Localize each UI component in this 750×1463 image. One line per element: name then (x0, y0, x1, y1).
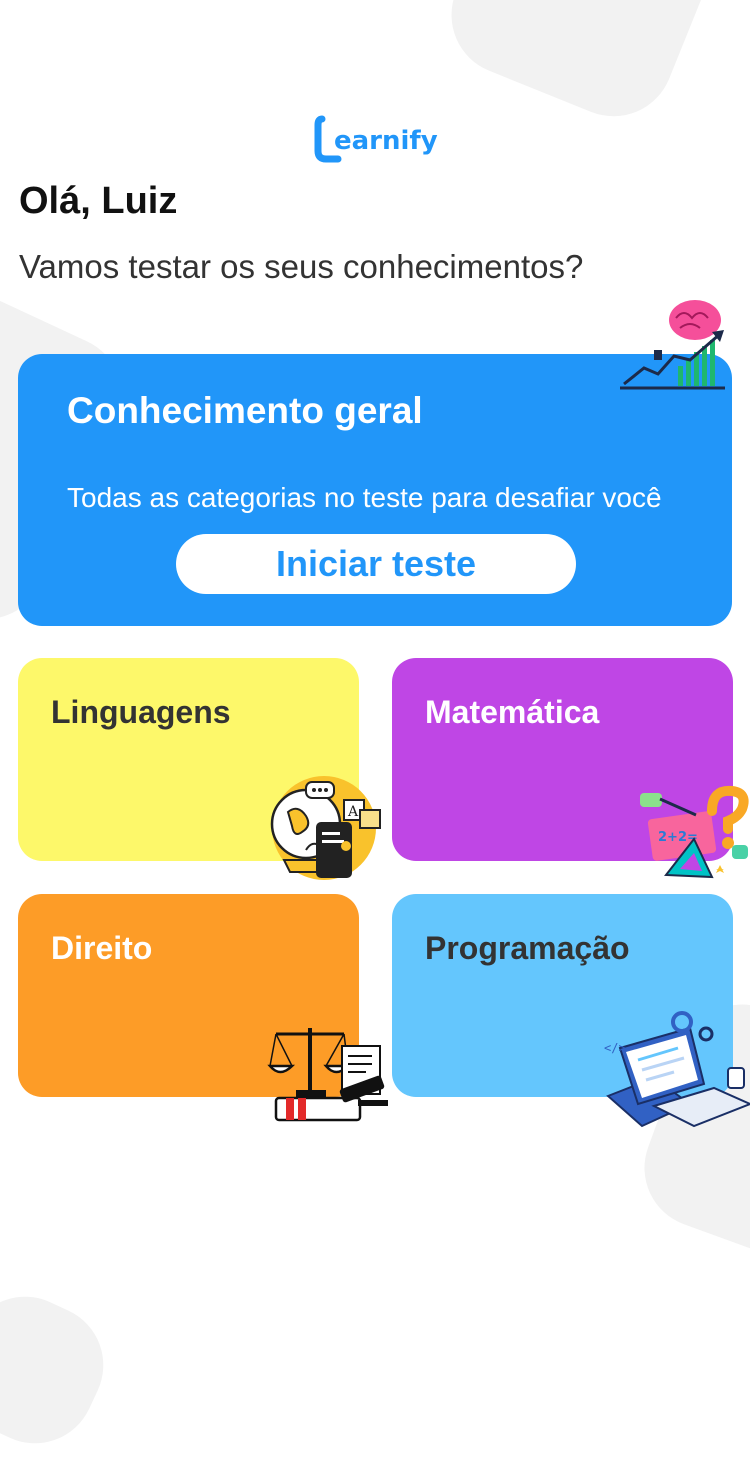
category-label: Programação (425, 930, 630, 966)
greeting-subtitle: Vamos testar os seus conhecimentos? (19, 248, 584, 285)
globe-languages-icon: A (270, 776, 381, 880)
math-question-icon: 2+2= (640, 785, 749, 879)
greeting-title: Olá, Luiz (19, 180, 178, 222)
background-shape (0, 1276, 124, 1463)
svg-text:A: A (347, 804, 359, 820)
scales-of-justice-icon (267, 1028, 388, 1122)
svg-text:earnify: earnify (334, 126, 438, 156)
category-label: Matemática (425, 694, 600, 730)
brain-growth-chart-icon (620, 300, 725, 390)
start-test-button[interactable]: Iniciar teste (176, 534, 576, 594)
laptop-code-icon: </> (604, 1011, 750, 1128)
learnify-logo: earnify (314, 115, 438, 163)
svg-text:</>: </> (604, 1041, 626, 1055)
category-label: Direito (51, 930, 153, 966)
hero-description: Todas as categorias no teste para desafi… (67, 482, 662, 513)
background-shape (433, 0, 737, 135)
hero-title: Conhecimento geral (67, 390, 423, 431)
category-label: Linguagens (51, 694, 231, 730)
